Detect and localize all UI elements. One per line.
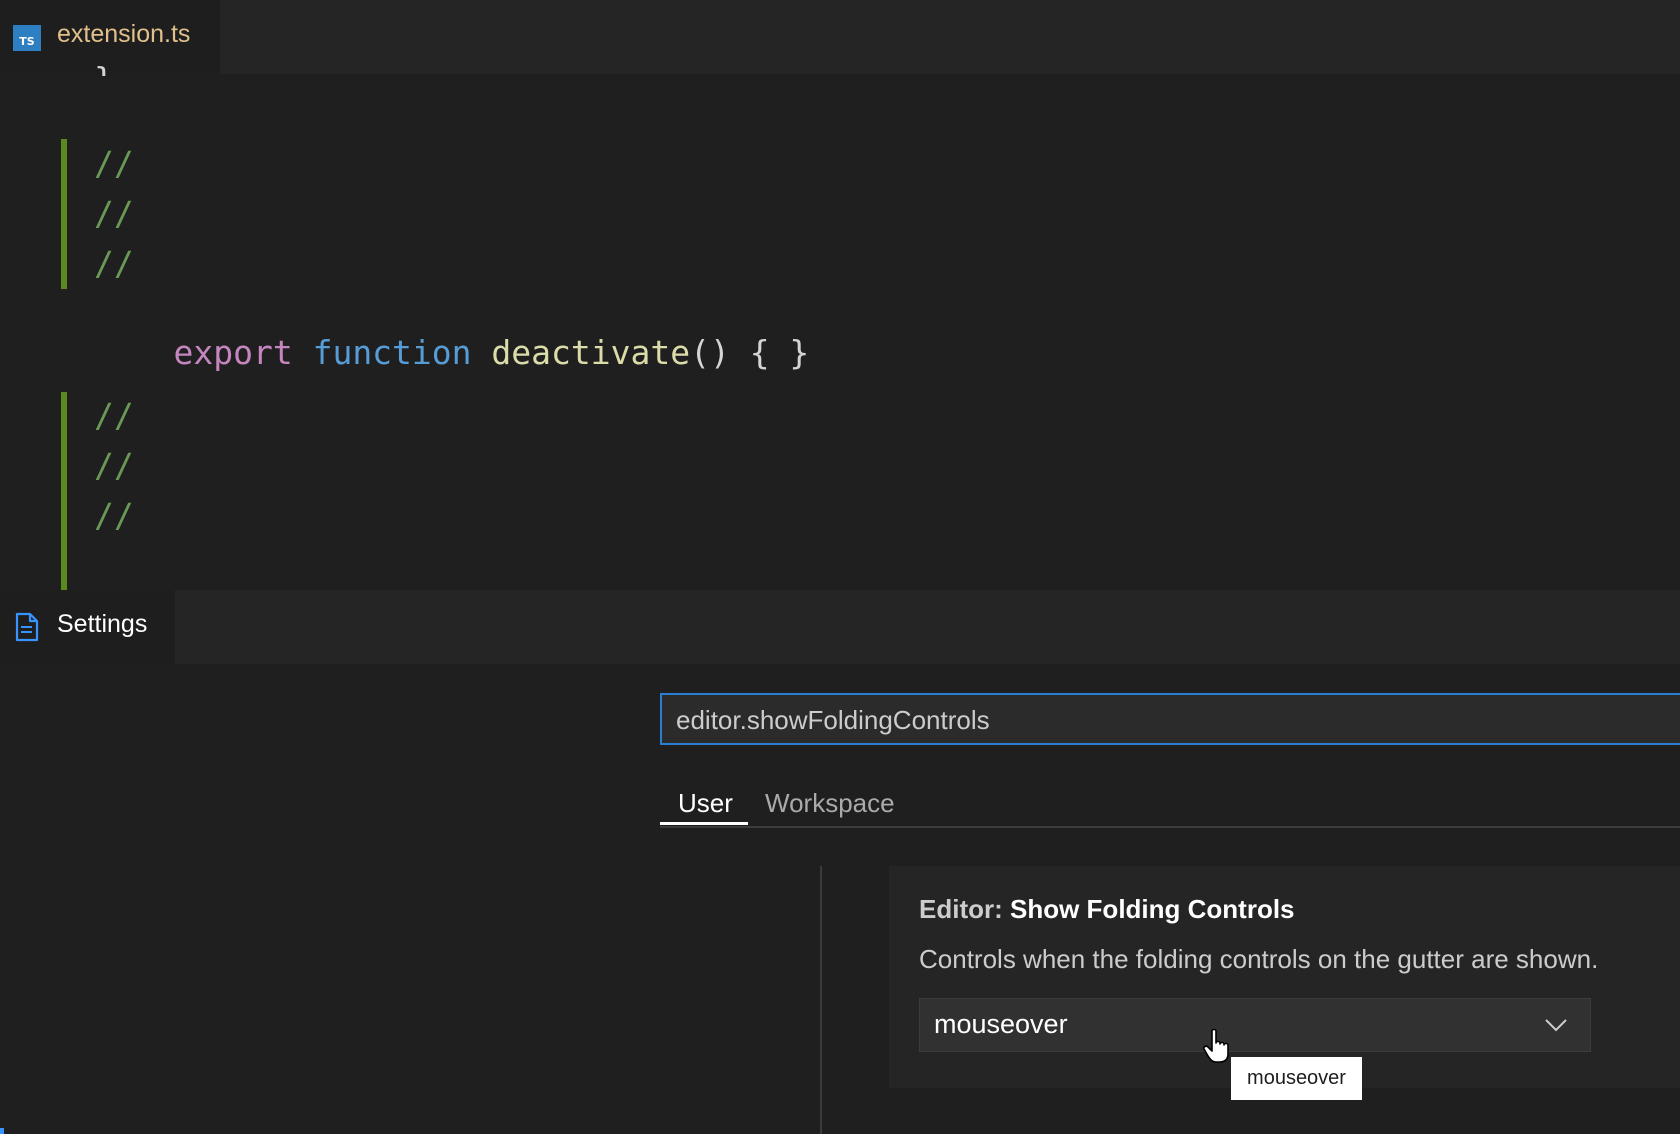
setting-category: Editor: <box>919 894 1010 924</box>
keyword-export: export <box>173 333 293 372</box>
folding-controls-select[interactable]: mouseover <box>919 998 1591 1052</box>
function-name: deactivate <box>491 333 691 372</box>
editor-tab-extension-ts[interactable]: TS extension.ts <box>0 0 220 74</box>
hover-tooltip: mouseover <box>1231 1057 1362 1100</box>
file-icon <box>15 612 39 642</box>
tab-workspace[interactable]: Workspace <box>765 788 895 819</box>
typescript-file-icon: TS <box>13 25 41 51</box>
settings-tab-label: Settings <box>57 610 148 638</box>
setting-description: Controls when the folding controls on th… <box>919 944 1599 974</box>
code-line-comment: // <box>94 446 134 485</box>
settings-editor: editor.showFoldingControls User Workspac… <box>0 664 1680 1134</box>
hand-pointer-cursor-icon <box>1203 1028 1229 1063</box>
settings-tab[interactable]: Settings <box>0 590 175 664</box>
settings-tab-bar: Settings <box>0 590 1680 664</box>
settings-scope-tabs: User Workspace <box>660 784 1680 828</box>
partial-closing-brace: } <box>94 60 108 76</box>
keyword-function: function <box>312 333 472 372</box>
corner-marker <box>0 1128 4 1134</box>
editor-tab-bar: TS extension.ts <box>0 0 1680 74</box>
code-line-comment: // <box>94 244 134 283</box>
code-line-comment: // <box>94 396 134 435</box>
settings-search-input[interactable]: editor.showFoldingControls <box>660 693 1680 745</box>
code-line-comment: // <box>94 194 134 233</box>
chevron-down-icon <box>1545 1019 1567 1032</box>
code-line-deactivate: export function deactivate() { } <box>94 294 809 411</box>
code-line-comment: // <box>94 144 134 183</box>
gutter-change-indicator[interactable] <box>61 392 67 590</box>
toc-divider <box>820 866 822 1134</box>
setting-show-folding-controls: Editor: Show Folding Controls Controls w… <box>889 866 1680 1088</box>
editor-tab-label: extension.ts <box>57 20 191 48</box>
setting-title: Editor: Show Folding Controls <box>919 894 1295 925</box>
code-line-comment: // <box>94 496 134 535</box>
active-tab-indicator <box>660 822 748 825</box>
gutter-change-indicator[interactable] <box>61 139 67 289</box>
select-value: mouseover <box>934 1009 1068 1039</box>
code-editor[interactable]: } // // // export function deactivate() … <box>0 60 1680 590</box>
setting-name: Show Folding Controls <box>1010 894 1295 924</box>
tab-user[interactable]: User <box>678 788 733 819</box>
function-body: () { } <box>690 333 810 372</box>
